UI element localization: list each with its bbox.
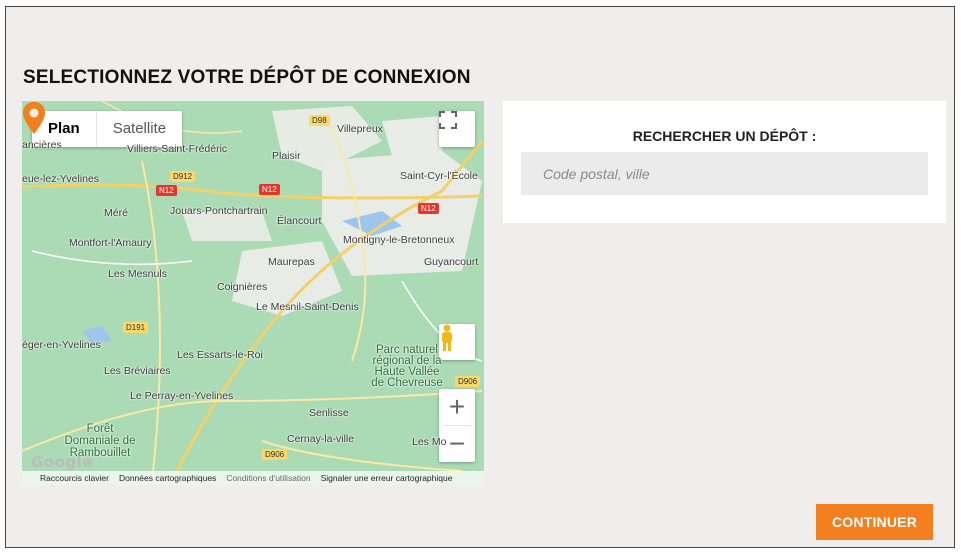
zoom-in-button[interactable]: +: [439, 389, 475, 425]
report-error-link[interactable]: Signaler une erreur cartographique: [321, 473, 453, 483]
map-attribution: Raccourcis clavier Données cartographiqu…: [22, 471, 484, 485]
map-label-place: Les Mo: [412, 436, 447, 448]
continue-button[interactable]: CONTINUER: [816, 504, 933, 540]
road-shield: D98: [309, 115, 330, 126]
road-shield: D906: [455, 376, 481, 387]
depot-marker-icon[interactable]: [22, 101, 46, 135]
road-shield: D191: [123, 322, 149, 333]
map-label-place: éger-en-Yvelines: [22, 339, 101, 351]
map-label-place: Guyancourt: [424, 256, 479, 268]
road-shield: N12: [418, 203, 439, 214]
search-input[interactable]: [521, 152, 928, 195]
fullscreen-icon: [439, 111, 457, 129]
map-label-place: Les Mesnuls: [108, 268, 167, 280]
map-label-place: Saint-Cyr-l'École: [400, 170, 478, 182]
map-label-park: Parc naturel régional de la Haute Vallée…: [371, 344, 443, 389]
road-shield: N12: [259, 184, 280, 195]
keyboard-shortcuts-link[interactable]: Raccourcis clavier: [40, 473, 109, 483]
map-label-place: ancières: [22, 139, 62, 151]
map-label-place: Élancourt: [277, 215, 322, 227]
road-shield: D906: [262, 449, 288, 460]
map-label-place: Le Perray-en-Yvelines: [130, 390, 234, 402]
map-label-place: eue-lez-Yvelines: [22, 173, 100, 185]
map-label-place: Villepreux: [337, 123, 383, 135]
map-label-place: Le Mesnil-Saint-Denis: [256, 301, 359, 313]
page-title: SELECTIONNEZ VOTRE DÉPÔT DE CONNEXION: [23, 67, 471, 88]
map-label-place: Cernay-la-ville: [287, 433, 355, 445]
map-label-place: Montfort-l'Amaury: [69, 237, 152, 249]
map-label-place: Jouars-Pontchartrain: [170, 205, 268, 217]
depot-selection-modal: SELECTIONNEZ VOTRE DÉPÔT DE CONNEXION Pl…: [5, 6, 955, 548]
map-label-place: Senlisse: [309, 407, 349, 419]
map-type-satellite-button[interactable]: Satellite: [97, 111, 182, 147]
map-label-place: Méré: [104, 207, 128, 219]
map-view[interactable]: Plan Satellite + − Villepreux Villiers-S…: [22, 101, 484, 485]
road-shield: D912: [170, 171, 196, 182]
search-label: RECHERCHER UN DÉPÔT :: [632, 128, 817, 144]
map-label-place: Coignières: [217, 281, 268, 293]
google-logo: Google: [31, 453, 93, 471]
map-label-place: Les Bréviaires: [104, 365, 171, 377]
terms-link[interactable]: Conditions d'utilisation: [226, 473, 310, 483]
map-data-link[interactable]: Données cartographiques: [119, 473, 216, 483]
map-label-place: Maurepas: [268, 256, 315, 268]
search-panel: RECHERCHER UN DÉPÔT :: [503, 101, 946, 223]
map-label-place: Villiers-Saint-Frédéric: [127, 143, 228, 155]
map-label-place: Plaisir: [272, 150, 301, 162]
map-label-place: Les Essarts-le-Roi: [177, 349, 263, 361]
map-label-place: Montigny-le-Bretonneux: [343, 234, 455, 246]
zoom-control: + −: [439, 389, 475, 462]
fullscreen-button[interactable]: [439, 111, 475, 147]
road-shield: N12: [156, 185, 177, 196]
